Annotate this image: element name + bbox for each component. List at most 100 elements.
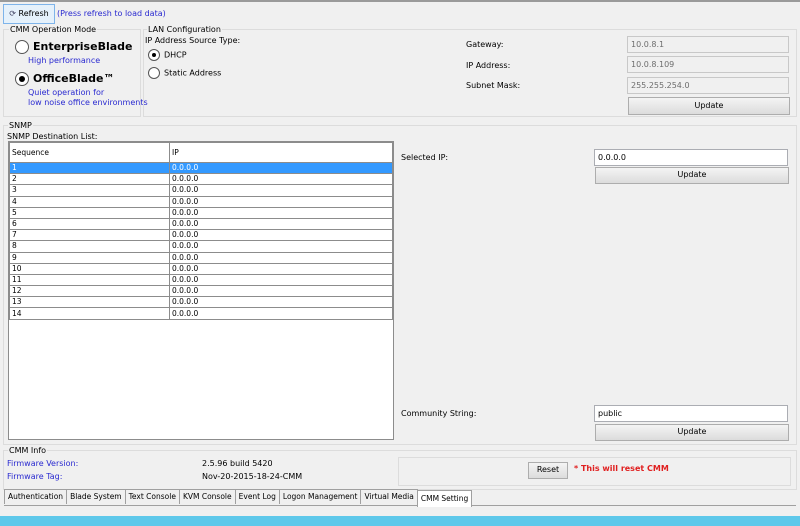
- window-bottom-border: [0, 516, 800, 526]
- radio-icon: [148, 67, 160, 79]
- cell-ip: 0.0.0.0: [169, 296, 393, 309]
- cell-ip: 0.0.0.0: [169, 206, 393, 219]
- firmware-tag-value: Nov-20-2015-18-24-CMM: [202, 472, 303, 481]
- cell-ip: 0.0.0.0: [169, 184, 393, 197]
- table-row[interactable]: 4 0.0.0.0: [9, 195, 393, 208]
- reset-button[interactable]: Reset: [528, 462, 568, 479]
- refresh-hint: (Press refresh to load data): [57, 9, 166, 18]
- table-row[interactable]: 7 0.0.0.0: [9, 229, 393, 242]
- cell-sequence: 10: [9, 262, 170, 275]
- ip-address-label: IP Address:: [466, 61, 511, 70]
- column-header-ip[interactable]: IP: [169, 142, 393, 163]
- refresh-label: Refresh: [18, 9, 49, 18]
- cell-ip: 0.0.0.0: [169, 229, 393, 242]
- cell-ip: 0.0.0.0: [169, 161, 393, 175]
- table-row[interactable]: 9 0.0.0.0: [9, 251, 393, 264]
- enterprise-label: EnterpriseBlade: [33, 40, 133, 53]
- refresh-icon: ⟳: [9, 9, 16, 18]
- cell-sequence: 5: [9, 206, 170, 219]
- cell-sequence: 8: [9, 240, 170, 253]
- cell-ip: 0.0.0.0: [169, 195, 393, 208]
- top-border: [0, 0, 800, 2]
- enterprise-desc: High performance: [28, 56, 101, 65]
- cell-ip: 0.0.0.0: [169, 173, 393, 186]
- cell-sequence: 2: [9, 173, 170, 186]
- column-header-sequence[interactable]: Sequence: [9, 142, 170, 163]
- office-desc-1: Quiet operation for: [28, 88, 105, 97]
- table-row[interactable]: 10 0.0.0.0: [9, 262, 393, 275]
- tab-logon-management[interactable]: Logon Management: [278, 489, 362, 504]
- radio-selected-icon: [148, 49, 160, 61]
- tab-virtual-media[interactable]: Virtual Media: [360, 489, 418, 504]
- cell-ip: 0.0.0.0: [169, 285, 393, 298]
- cell-sequence: 9: [9, 251, 170, 264]
- ip-address-field[interactable]: 10.0.8.109: [627, 56, 789, 73]
- tab-kvm-console[interactable]: KVM Console: [178, 489, 236, 504]
- cell-sequence: 11: [9, 273, 170, 287]
- office-label: OfficeBlade™: [33, 72, 115, 85]
- tab-cmm-setting[interactable]: CMM Setting: [416, 490, 473, 507]
- snmp-list-label: SNMP Destination List:: [7, 132, 98, 141]
- cmm-info-title: CMM Info: [8, 446, 48, 455]
- lan-update-button[interactable]: Update: [628, 97, 790, 115]
- tab-blade-system[interactable]: Blade System: [66, 489, 126, 504]
- table-row[interactable]: 3 0.0.0.0: [9, 184, 393, 197]
- office-desc-2: low noise office environments: [28, 98, 148, 107]
- firmware-version-label: Firmware Version:: [7, 459, 79, 468]
- table-row[interactable]: 14 0.0.0.0: [9, 307, 393, 320]
- operation-mode-title: CMM Operation Mode: [9, 25, 98, 34]
- cell-sequence: 1: [9, 161, 170, 175]
- cell-ip: 0.0.0.0: [169, 251, 393, 264]
- cell-ip: 0.0.0.0: [169, 273, 393, 287]
- table-row[interactable]: 5 0.0.0.0: [9, 206, 393, 219]
- cell-sequence: 14: [9, 307, 170, 320]
- dhcp-label: DHCP: [164, 50, 187, 60]
- cell-ip: 0.0.0.0: [169, 307, 393, 320]
- cell-sequence: 4: [9, 195, 170, 208]
- reset-warning: * This will reset CMM: [574, 464, 669, 473]
- cell-ip: 0.0.0.0: [169, 262, 393, 275]
- mode-office-radio[interactable]: OfficeBlade™: [15, 72, 115, 86]
- table-row[interactable]: 1 0.0.0.0: [9, 161, 393, 175]
- subnet-mask-label: Subnet Mask:: [466, 81, 521, 90]
- radio-selected-icon: [15, 72, 29, 86]
- table-row[interactable]: 2 0.0.0.0: [9, 173, 393, 186]
- firmware-tag-label: Firmware Tag:: [7, 472, 63, 481]
- subnet-mask-field[interactable]: 255.255.254.0: [627, 77, 789, 94]
- dhcp-radio[interactable]: DHCP: [148, 49, 187, 61]
- cell-ip: 0.0.0.0: [169, 217, 393, 231]
- selected-ip-label: Selected IP:: [401, 153, 449, 162]
- firmware-version-value: 2.5.96 build 5420: [202, 459, 273, 468]
- radio-icon: [15, 40, 29, 54]
- table-row[interactable]: 13 0.0.0.0: [9, 296, 393, 309]
- table-row[interactable]: 11 0.0.0.0: [9, 273, 393, 287]
- cell-sequence: 7: [9, 229, 170, 242]
- refresh-button[interactable]: ⟳ Refresh: [3, 4, 55, 24]
- lan-title: LAN Configuration: [147, 25, 222, 34]
- community-string-input[interactable]: public: [594, 405, 788, 422]
- cell-sequence: 12: [9, 285, 170, 298]
- selected-ip-input[interactable]: 0.0.0.0: [594, 149, 788, 166]
- cell-sequence: 3: [9, 184, 170, 197]
- tab-authentication[interactable]: Authentication: [4, 489, 68, 504]
- tab-text-console[interactable]: Text Console: [124, 489, 180, 504]
- community-update-button[interactable]: Update: [595, 424, 789, 441]
- ip-source-label: IP Address Source Type:: [145, 36, 241, 45]
- table-row[interactable]: 6 0.0.0.0: [9, 217, 393, 231]
- snmp-ip-update-button[interactable]: Update: [595, 167, 789, 184]
- table-row[interactable]: 12 0.0.0.0: [9, 285, 393, 298]
- cell-sequence: 13: [9, 296, 170, 309]
- gateway-label: Gateway:: [466, 40, 504, 49]
- static-label: Static Address: [164, 68, 222, 78]
- table-row[interactable]: 8 0.0.0.0: [9, 240, 393, 253]
- snmp-table-container: Sequence IP 1 0.0.0.0 2 0.0.0.0 3 0.0.0.0 4 0.0.…: [8, 141, 394, 440]
- snmp-table: Sequence IP 1 0.0.0.0 2 0.0.0.0 3 0.0.0.0 4 0.0.…: [9, 142, 393, 320]
- tab-bar: Authentication Blade System Text Console KV…: [4, 489, 796, 507]
- static-radio[interactable]: Static Address: [148, 67, 221, 79]
- gateway-field[interactable]: 10.0.8.1: [627, 36, 789, 53]
- tab-event-log[interactable]: Event Log: [234, 489, 280, 504]
- community-string-label: Community String:: [401, 409, 477, 418]
- cell-sequence: 6: [9, 217, 170, 231]
- mode-enterprise-radio[interactable]: EnterpriseBlade: [15, 40, 132, 54]
- cell-ip: 0.0.0.0: [169, 240, 393, 253]
